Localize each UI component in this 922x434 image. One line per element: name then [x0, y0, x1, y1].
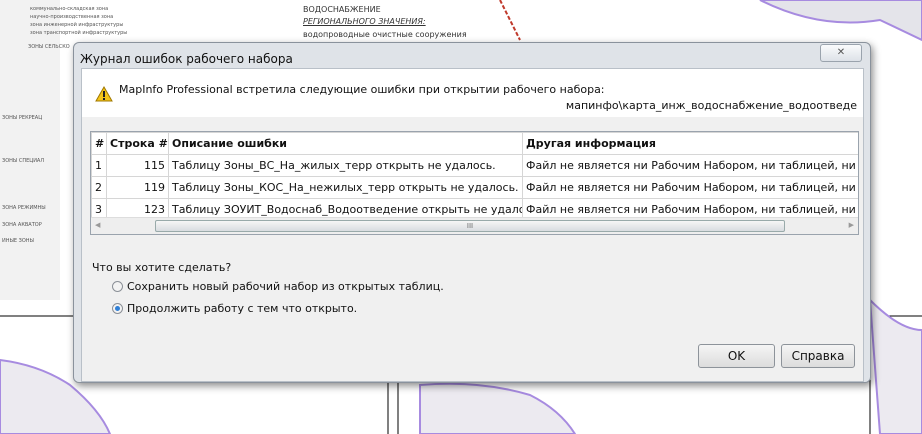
cell-index: 1 — [91, 154, 107, 177]
table-row[interactable]: 2 119 Таблицу Зоны_КОС_На_нежилых_терр о… — [91, 176, 858, 199]
legend-item: ЗОНЫ РЕКРЕАЦ — [2, 115, 43, 121]
legend-item: ЗОНЫ СЕЛЬСКО — [28, 44, 70, 50]
legend-item: зона инженерной инфраструктуры — [30, 22, 124, 28]
cell-index: 2 — [91, 176, 107, 199]
scroll-left-icon[interactable]: ◀ — [95, 221, 100, 229]
cell-description: Таблицу Зоны_КОС_На_нежилых_терр открыть… — [168, 176, 523, 199]
option-label: Сохранить новый рабочий набор из открыты… — [127, 280, 444, 293]
table-header-row: # Строка # Описание ошибки Другая информ… — [91, 132, 858, 155]
map-heading: ВОДОСНАБЖЕНИЕ — [303, 5, 381, 14]
cell-line: 119 — [106, 176, 169, 199]
message-area: MapInfo Professional встретила следующие… — [82, 69, 863, 117]
legend-item: коммунально-складская зона — [30, 6, 109, 12]
scroll-right-icon[interactable]: ▶ — [849, 221, 854, 229]
column-header[interactable]: Строка # — [106, 132, 169, 155]
legend-item: зона транспортной инфраструктуры — [30, 30, 128, 36]
cell-info: Файл не является ни Рабочим Набором, ни … — [522, 154, 858, 177]
option-continue[interactable]: Продолжить работу с тем что открыто. — [112, 302, 357, 315]
option-label: Продолжить работу с тем что открыто. — [127, 302, 358, 315]
dialog-body: MapInfo Professional встретила следующие… — [81, 68, 864, 382]
error-message: MapInfo Professional встретила следующие… — [119, 83, 605, 96]
warning-icon — [95, 86, 113, 102]
dialog-title: Журнал ошибок рабочего набора — [80, 52, 293, 66]
question-label: Что вы хотите сделать? — [92, 261, 232, 274]
legend-item: ЗОНА РЕЖИМНЫ — [2, 205, 46, 211]
cell-info: Файл не является ни Рабочим Набором, ни … — [522, 176, 858, 199]
cell-description: Таблицу Зоны_ВС_На_жилых_терр открыть не… — [168, 154, 523, 177]
map-item: водопроводные очистные сооружения — [303, 30, 467, 39]
cell-line: 115 — [106, 154, 169, 177]
legend-item: ЗОНА АКВАТОР — [2, 222, 42, 228]
horizontal-scrollbar[interactable]: ◀ III ▶ — [91, 217, 858, 234]
column-header[interactable]: # — [91, 132, 107, 155]
workspace-path: мапинфо\карта_инж_водоснабжение_водоотве… — [565, 99, 857, 112]
help-button[interactable]: Справка — [781, 344, 855, 368]
radio-button[interactable] — [112, 281, 123, 292]
legend-item: ЗОНЫ СПЕЦИАЛ — [2, 158, 45, 164]
ok-button[interactable]: OK — [698, 344, 775, 368]
close-button[interactable]: ✕ — [820, 44, 862, 62]
map-subheading: РЕГИОНАЛЬНОГО ЗНАЧЕНИЯ: — [303, 17, 426, 26]
error-log-dialog: Журнал ошибок рабочего набора ✕ MapInfo … — [73, 42, 871, 383]
radio-button[interactable] — [112, 303, 123, 314]
scrollbar-thumb[interactable]: III — [155, 220, 785, 232]
error-table: # Строка # Описание ошибки Другая информ… — [90, 131, 859, 235]
column-header[interactable]: Другая информация — [522, 132, 858, 155]
legend-item: научно-производственная зона — [30, 14, 114, 20]
legend-item: ИНЫЕ ЗОНЫ — [2, 238, 34, 244]
table-row[interactable]: 1 115 Таблицу Зоны_ВС_На_жилых_терр откр… — [91, 154, 858, 177]
option-save-workspace[interactable]: Сохранить новый рабочий набор из открыты… — [112, 280, 444, 293]
close-icon: ✕ — [836, 47, 846, 58]
column-header[interactable]: Описание ошибки — [168, 132, 523, 155]
